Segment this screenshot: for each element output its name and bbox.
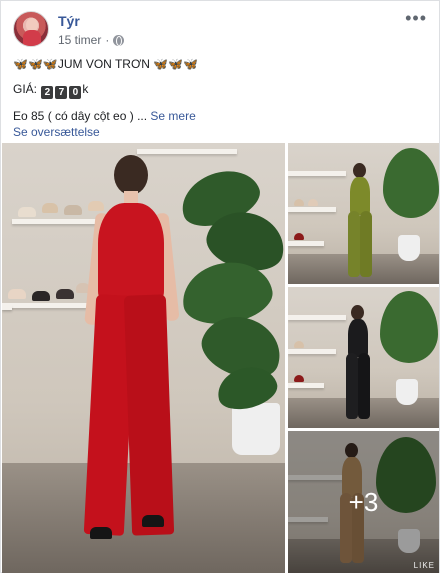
model [338,305,378,425]
description-text: Eo 85 ( có dây cột eo ) ... [13,109,148,123]
shoe [18,207,36,217]
photo-thumb-2[interactable] [288,287,439,428]
description-line: Eo 85 ( có dây cột eo ) ... Se mere [13,108,429,124]
more-options-icon[interactable]: ••• [405,9,427,27]
shelf [2,305,12,310]
model-torso [350,177,370,215]
model-leg [346,353,358,419]
model [340,163,380,283]
avatar[interactable] [13,11,49,47]
shelf [288,383,324,388]
shoe [294,233,304,240]
shelf [288,207,336,212]
price-digit-1: 2 [41,86,54,99]
model-head [351,305,364,320]
post-title-line: 🦋🦋🦋JUM VON TRƠN 🦋🦋🦋 [13,57,199,71]
timestamp[interactable]: 15 timer [58,33,101,47]
shoe [308,199,318,206]
price-digit-2: 7 [55,86,68,99]
shoe [32,291,50,301]
model-leg [358,353,370,419]
shoe [294,341,304,348]
avatar-dress [23,30,41,46]
plant-pot [232,403,280,455]
photo-grid: +3 LIKE [2,143,439,573]
shelf [288,241,324,246]
globe-icon[interactable] [113,34,125,46]
shoe [8,289,26,299]
author-name[interactable]: Týr [58,13,80,29]
price-label: GIÁ: [13,82,38,96]
post-text: 🦋🦋🦋JUM VON TRƠN 🦋🦋🦋 GIÁ: 270k Eo 85 ( có… [13,56,429,140]
model-leg [348,211,360,277]
shoe [294,199,304,206]
plant-pot [398,235,420,261]
more-photos-count[interactable]: +3 [288,431,439,573]
post-header: Týr 15 timer · ••• [13,9,429,51]
model-leg [360,211,372,277]
model-leg [123,294,175,536]
model-torso [348,319,368,357]
price-digit-3: 0 [69,86,82,99]
watermark: LIKE [413,561,435,570]
model-head [114,155,148,195]
price-suffix: k [82,82,89,96]
meta-separator: · [105,33,110,47]
photo-thumb-1[interactable] [288,143,439,284]
post-meta: 15 timer · [58,33,125,47]
model-shoe [142,515,164,527]
model-torso [98,203,164,303]
photo-main[interactable] [2,143,285,573]
post-card: Týr 15 timer · ••• 🦋🦋🦋JUM VON TRƠN 🦋🦋🦋 G… [0,0,440,573]
plant-pot [396,379,418,405]
photo-thumb-3-more[interactable]: +3 LIKE [288,431,439,573]
model [76,155,186,555]
price-line: GIÁ: 270k [13,81,429,99]
see-translation-link[interactable]: Se oversættelse [13,124,429,140]
shoe [42,203,58,213]
shoe [294,375,304,382]
shelf [288,171,346,176]
model-head [353,163,366,178]
shelf [137,149,237,154]
model-shoe [90,527,112,539]
shoe [56,289,74,299]
shelf [288,349,336,354]
see-more-link[interactable]: Se mere [150,109,195,123]
